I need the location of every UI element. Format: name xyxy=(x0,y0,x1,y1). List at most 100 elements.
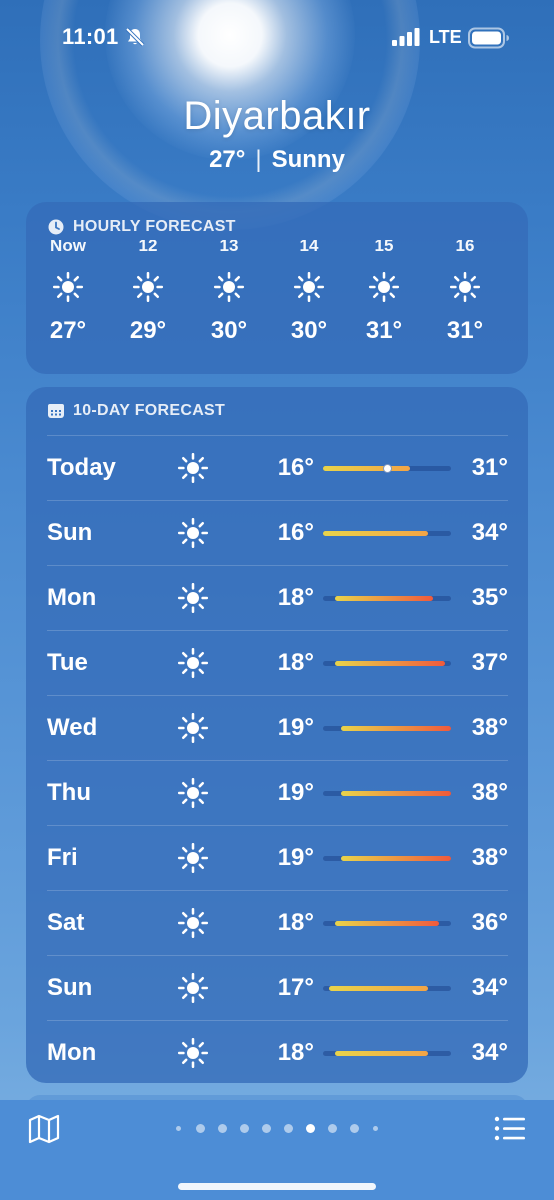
page-dot[interactable] xyxy=(373,1125,378,1131)
high-temperature: 38° xyxy=(471,844,508,871)
low-temperature: 18° xyxy=(277,649,314,676)
page-dot[interactable] xyxy=(305,1123,315,1133)
hour-label: 12 xyxy=(138,240,158,254)
temperature-range-bar xyxy=(323,791,451,796)
page-dot[interactable] xyxy=(349,1123,359,1133)
low-temperature: 16° xyxy=(277,519,314,546)
hour-label: 16 xyxy=(455,240,475,254)
high-temperature: 34° xyxy=(471,1039,508,1066)
map-icon xyxy=(28,1114,60,1148)
sun-icon xyxy=(425,272,505,302)
current-temp-marker xyxy=(382,464,392,473)
day-row[interactable]: Sat 18° 36° xyxy=(26,891,528,955)
hourly-item: 12 29° xyxy=(108,240,188,345)
hour-temperature: 27° xyxy=(49,317,87,344)
temperature-range-bar xyxy=(323,464,451,473)
day-name: Sat xyxy=(47,909,85,936)
page-dot[interactable] xyxy=(283,1123,293,1133)
hour-temperature: 30° xyxy=(290,317,328,344)
day-name: Fri xyxy=(47,844,78,871)
hour-label: Now xyxy=(50,240,86,254)
hourly-item: 16 31° xyxy=(425,240,505,345)
temperature-range-fill xyxy=(334,661,446,666)
ten-day-forecast-title: 10-DAY FORECAST xyxy=(73,402,226,419)
current-condition: Sunny xyxy=(271,146,345,173)
page-indicator[interactable] xyxy=(168,1120,386,1136)
high-temperature: 37° xyxy=(471,649,508,676)
day-row[interactable]: Mon 18° 35° xyxy=(26,566,528,630)
ten-day-forecast-card[interactable]: 10-DAY FORECAST Today 16° 31° Sun 16° 34° Mon 1… xyxy=(26,387,528,1083)
day-row[interactable]: Mon 18° 34° xyxy=(26,1021,528,1083)
hour-temperature: 31° xyxy=(365,317,403,344)
low-temperature: 17° xyxy=(277,974,314,1001)
temperature-range-bar xyxy=(323,986,451,991)
hourly-item: 14 30° xyxy=(269,240,349,345)
low-temperature: 19° xyxy=(277,779,314,806)
day-row[interactable]: Tue 18° 37° xyxy=(26,631,528,695)
sun-icon xyxy=(108,272,188,302)
day-name: Sun xyxy=(47,974,93,1001)
temperature-range-bar xyxy=(323,661,451,666)
day-row[interactable]: Wed 19° 38° xyxy=(26,696,528,760)
list-icon xyxy=(494,1116,526,1146)
hour-label: 14 xyxy=(299,240,319,254)
ten-day-forecast-header: 10-DAY FORECAST xyxy=(47,401,225,421)
temperature-range-fill xyxy=(340,856,451,861)
page-dot[interactable] xyxy=(217,1123,227,1133)
hour-temperature: 29° xyxy=(129,317,167,344)
high-temperature: 34° xyxy=(471,519,508,546)
page-dot[interactable] xyxy=(239,1123,249,1133)
hourly-forecast-card[interactable]: HOURLY FORECAST Now 27° 12 29° 13 30° 14 30° 15 3… xyxy=(26,202,528,374)
page-dot[interactable] xyxy=(195,1123,205,1133)
low-temperature: 18° xyxy=(277,1039,314,1066)
temperature-range-bar xyxy=(323,921,451,926)
status-bar: 11:01 LTE xyxy=(0,0,554,76)
day-row[interactable]: Fri 19° 38° xyxy=(26,826,528,890)
locations-list-button[interactable] xyxy=(494,1116,526,1147)
day-name: Mon xyxy=(47,1039,97,1066)
sun-icon xyxy=(177,517,209,553)
temperature-range-fill xyxy=(340,791,451,796)
sun-icon xyxy=(189,272,269,302)
day-name: Sun xyxy=(47,519,93,546)
sun-icon xyxy=(177,712,209,748)
status-time: 11:01 xyxy=(62,24,119,49)
day-name: Wed xyxy=(47,714,98,741)
page-dot[interactable] xyxy=(327,1123,337,1133)
temperature-range-bar xyxy=(323,726,451,731)
hourly-forecast-header: HOURLY FORECAST xyxy=(47,217,236,237)
day-name: Tue xyxy=(47,649,88,676)
calendar-icon xyxy=(47,403,65,419)
high-temperature: 31° xyxy=(471,454,508,481)
page-dot[interactable] xyxy=(261,1123,271,1133)
temperature-range-fill xyxy=(323,531,428,536)
hour-temperature: 30° xyxy=(210,317,248,344)
low-temperature: 19° xyxy=(277,714,314,741)
location-name: Diyarbakır xyxy=(183,94,371,138)
day-name: Mon xyxy=(47,584,97,611)
sun-icon xyxy=(506,272,528,302)
day-row[interactable]: Thu 19° 38° xyxy=(26,761,528,825)
temperature-range-fill xyxy=(340,726,451,731)
page-dot[interactable] xyxy=(176,1125,181,1131)
temperature-range-bar xyxy=(323,1051,451,1056)
summary-separator: | xyxy=(255,146,262,173)
map-button[interactable] xyxy=(28,1114,60,1149)
sun-icon xyxy=(177,452,209,488)
sun-icon xyxy=(177,647,209,683)
temperature-range-fill xyxy=(328,986,428,991)
temperature-range-bar xyxy=(323,596,451,601)
hour-temperature: 3 xyxy=(506,317,528,345)
day-name: Today xyxy=(47,454,116,481)
day-row[interactable]: Sun 17° 34° xyxy=(26,956,528,1020)
day-row[interactable]: Sun 16° 34° xyxy=(26,501,528,565)
home-indicator[interactable] xyxy=(178,1183,376,1190)
hourly-forecast-title: HOURLY FORECAST xyxy=(73,218,236,235)
battery-icon xyxy=(468,27,510,54)
current-temperature: 27° xyxy=(209,146,246,173)
high-temperature: 38° xyxy=(471,779,508,806)
sun-icon xyxy=(269,272,349,302)
hour-label: 15 xyxy=(374,240,394,254)
day-row[interactable]: Today 16° 31° xyxy=(26,436,528,500)
sun-icon xyxy=(177,972,209,1008)
